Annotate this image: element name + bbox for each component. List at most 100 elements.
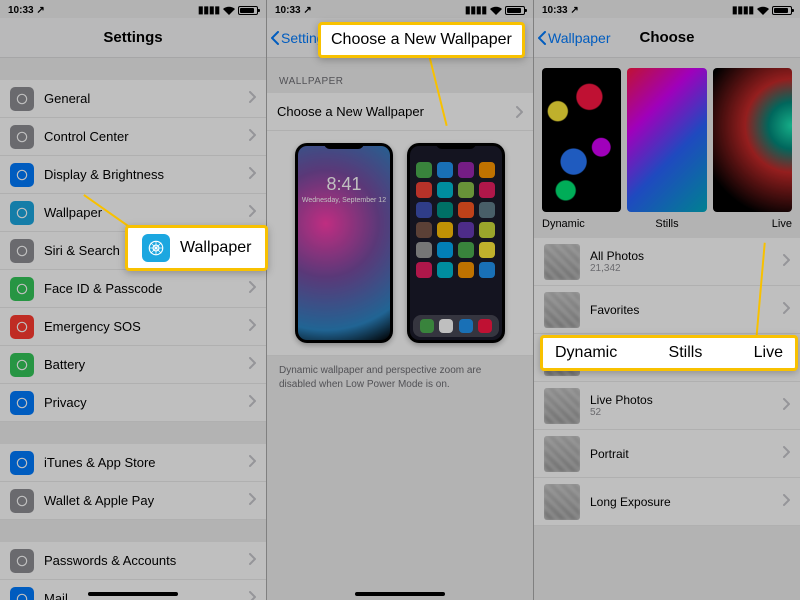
settings-row-control-center[interactable]: Control Center bbox=[0, 118, 266, 156]
album-thumbnail bbox=[544, 292, 580, 328]
album-name: Favorites bbox=[590, 303, 639, 317]
chevron-right-icon bbox=[783, 397, 790, 415]
row-label: Battery bbox=[44, 357, 249, 372]
status-bar: 10:33 ↗ ▮▮▮▮ bbox=[534, 0, 800, 18]
chevron-right-icon bbox=[249, 128, 256, 146]
choose-panel: 10:33 ↗ ▮▮▮▮ Wallpaper Choose Dynamic St… bbox=[534, 0, 800, 600]
category-label-dynamic: Dynamic bbox=[542, 218, 625, 230]
album-name: Long Exposure bbox=[590, 495, 671, 509]
category-dynamic[interactable] bbox=[542, 68, 621, 212]
album-name: All Photos bbox=[590, 249, 644, 263]
row-label: General bbox=[44, 91, 249, 106]
settings-panel: 10:33 ↗ ▮▮▮▮ Settings General Control Cen… bbox=[0, 0, 267, 600]
row-label: Display & Brightness bbox=[44, 167, 249, 182]
chevron-right-icon bbox=[783, 493, 790, 511]
settings-row-itunes-app-store[interactable]: iTunes & App Store bbox=[0, 444, 266, 482]
page-title: Settings bbox=[103, 29, 162, 46]
wallpaper-previews: 8:41 Wednesday, September 12 bbox=[267, 131, 533, 356]
back-button[interactable]: Wallpaper bbox=[538, 30, 611, 46]
album-row[interactable]: Live Photos52 bbox=[534, 382, 800, 430]
settings-row-face-id-passcode[interactable]: Face ID & Passcode bbox=[0, 270, 266, 308]
row-label: Control Center bbox=[44, 129, 249, 144]
status-bar: 10:33 ↗ ▮▮▮▮ bbox=[0, 0, 266, 18]
album-row[interactable]: Long Exposure bbox=[534, 478, 800, 526]
wifi-icon bbox=[223, 6, 235, 15]
appstore-icon bbox=[10, 451, 34, 475]
row-label: Wallet & Apple Pay bbox=[44, 493, 249, 508]
album-thumbnail bbox=[544, 388, 580, 424]
home-screen-preview[interactable] bbox=[407, 143, 505, 343]
status-bar: 10:33 ↗ ▮▮▮▮ bbox=[267, 0, 533, 18]
settings-row-wallet-apple-pay[interactable]: Wallet & Apple Pay bbox=[0, 482, 266, 520]
wallet-icon bbox=[10, 489, 34, 513]
battery-icon bbox=[10, 353, 34, 377]
hand-icon bbox=[10, 391, 34, 415]
home-indicator[interactable] bbox=[355, 592, 445, 596]
album-row[interactable]: Favorites bbox=[534, 286, 800, 334]
sos-icon bbox=[10, 315, 34, 339]
settings-row-display-brightness[interactable]: Display & Brightness bbox=[0, 156, 266, 194]
chevron-right-icon bbox=[516, 106, 523, 118]
settings-row-mail[interactable]: Mail bbox=[0, 580, 266, 600]
category-label-stills: Stills bbox=[625, 218, 708, 230]
album-row[interactable]: Selfies826 bbox=[534, 334, 800, 382]
switches-icon bbox=[10, 125, 34, 149]
album-thumbnail bbox=[544, 436, 580, 472]
chevron-right-icon bbox=[249, 166, 256, 184]
chevron-right-icon bbox=[783, 349, 790, 367]
row-label: Privacy bbox=[44, 395, 249, 410]
navbar: Settings bbox=[267, 18, 533, 58]
signal-icon: ▮▮▮▮ bbox=[198, 5, 220, 16]
album-name: Live Photos bbox=[590, 393, 653, 407]
category-live[interactable] bbox=[713, 68, 792, 212]
album-row[interactable]: Portrait bbox=[534, 430, 800, 478]
wallpaper-panel: 10:33 ↗ ▮▮▮▮ Settings WALLPAPER Choose a… bbox=[267, 0, 534, 600]
chevron-right-icon bbox=[249, 280, 256, 298]
chevron-right-icon bbox=[249, 90, 256, 108]
faceid-icon bbox=[10, 277, 34, 301]
battery-icon bbox=[238, 6, 258, 15]
chevron-right-icon bbox=[783, 253, 790, 271]
chevron-right-icon bbox=[249, 356, 256, 374]
album-thumbnail bbox=[544, 244, 580, 280]
album-row[interactable]: All Photos21,342 bbox=[534, 238, 800, 286]
row-label: iTunes & App Store bbox=[44, 455, 249, 470]
footer-note: Dynamic wallpaper and perspective zoom a… bbox=[267, 356, 533, 399]
settings-row-passwords-accounts[interactable]: Passwords & Accounts bbox=[0, 542, 266, 580]
chevron-right-icon bbox=[249, 394, 256, 412]
home-indicator[interactable] bbox=[88, 592, 178, 596]
navbar: Settings bbox=[0, 18, 266, 58]
settings-row-general[interactable]: General bbox=[0, 80, 266, 118]
page-title: Choose bbox=[639, 29, 694, 46]
chevron-right-icon bbox=[783, 445, 790, 463]
wallpaper-categories bbox=[534, 58, 800, 218]
gear-icon bbox=[10, 87, 34, 111]
choose-wallpaper-row[interactable]: Choose a New Wallpaper bbox=[267, 93, 533, 131]
navbar: Wallpaper Choose bbox=[534, 18, 800, 58]
chevron-right-icon bbox=[249, 552, 256, 570]
lock-screen-preview[interactable]: 8:41 Wednesday, September 12 bbox=[295, 143, 393, 343]
chevron-right-icon bbox=[249, 492, 256, 510]
settings-row-battery[interactable]: Battery bbox=[0, 346, 266, 384]
chevron-left-icon bbox=[271, 31, 279, 45]
album-name: Selfies bbox=[590, 345, 626, 359]
album-name: Portrait bbox=[590, 447, 629, 461]
chevron-left-icon bbox=[538, 31, 546, 45]
chevron-right-icon bbox=[249, 590, 256, 600]
wallpaper-icon bbox=[10, 201, 34, 225]
category-stills[interactable] bbox=[627, 68, 706, 212]
back-button[interactable]: Settings bbox=[271, 30, 332, 46]
settings-row-wallpaper[interactable]: Wallpaper bbox=[0, 194, 266, 232]
settings-row-siri-search[interactable]: Siri & Search bbox=[0, 232, 266, 270]
chevron-right-icon bbox=[783, 301, 790, 319]
chevron-right-icon bbox=[249, 454, 256, 472]
row-label: Siri & Search bbox=[44, 243, 249, 258]
settings-row-emergency-sos[interactable]: Emergency SOS bbox=[0, 308, 266, 346]
settings-list[interactable]: General Control Center Display & Brightnes… bbox=[0, 58, 266, 600]
row-label: Wallpaper bbox=[44, 205, 249, 220]
section-header: WALLPAPER bbox=[267, 58, 533, 93]
key-icon bbox=[10, 549, 34, 573]
album-count: 826 bbox=[590, 359, 626, 370]
row-label: Emergency SOS bbox=[44, 319, 249, 334]
settings-row-privacy[interactable]: Privacy bbox=[0, 384, 266, 422]
